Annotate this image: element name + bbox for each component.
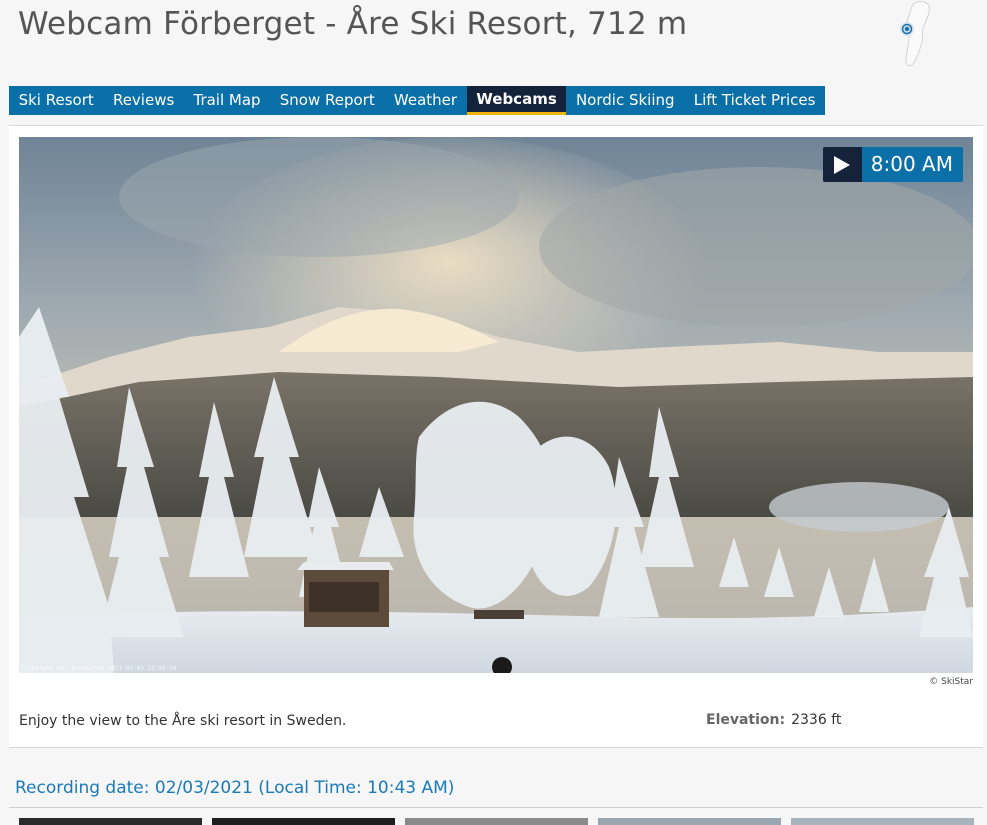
play-button[interactable] [822, 147, 862, 182]
webcam-thumbnail[interactable] [19, 818, 202, 825]
webcam-thumbnails [19, 818, 974, 825]
webcam-image[interactable]: Förberget mot Åreskutan 2021-02-03 13:59… [19, 137, 973, 673]
divider [9, 807, 983, 808]
timelapse-control: 8:00 AM [822, 147, 963, 182]
nav-nordic-skiing[interactable]: Nordic Skiing [566, 86, 684, 115]
webcam-time-label: 8:00 AM [870, 152, 953, 176]
webcam-thumbnail[interactable] [212, 818, 395, 825]
webcam-scene [19, 137, 973, 673]
sweden-map-icon [900, 1, 930, 67]
elevation-value: 2336 ft [791, 712, 842, 728]
elevation-label: Elevation: [706, 712, 786, 728]
resort-nav: Ski Resort Reviews Trail Map Snow Report… [9, 86, 826, 115]
recording-date: Recording date: 02/03/2021 (Local Time: … [15, 778, 455, 798]
webcam-thumbnail[interactable] [791, 818, 974, 825]
play-icon [834, 155, 851, 174]
elevation-info: Elevation: 2336 ft [706, 712, 841, 728]
webcam-copyright: © SkiStar [929, 677, 973, 687]
page-title: Webcam Förberget - Åre Ski Resort, 712 m [18, 6, 688, 42]
nav-trail-map[interactable]: Trail Map [184, 86, 270, 115]
webcam-overlay-caption: Förberget mot Åreskutan 2021-02-03 13:59… [21, 665, 177, 672]
nav-reviews[interactable]: Reviews [103, 86, 184, 115]
nav-webcams[interactable]: Webcams [466, 86, 567, 115]
webcam-thumbnail[interactable] [598, 818, 781, 825]
nav-weather[interactable]: Weather [384, 86, 466, 115]
nav-snow-report[interactable]: Snow Report [270, 86, 384, 115]
webcam-thumbnail[interactable] [405, 818, 588, 825]
webcam-panel: Förberget mot Åreskutan 2021-02-03 13:59… [9, 125, 983, 748]
nav-ski-resort[interactable]: Ski Resort [9, 86, 103, 115]
webcam-description: Enjoy the view to the Åre ski resort in … [19, 713, 347, 729]
nav-lift-ticket-prices[interactable]: Lift Ticket Prices [684, 86, 825, 115]
